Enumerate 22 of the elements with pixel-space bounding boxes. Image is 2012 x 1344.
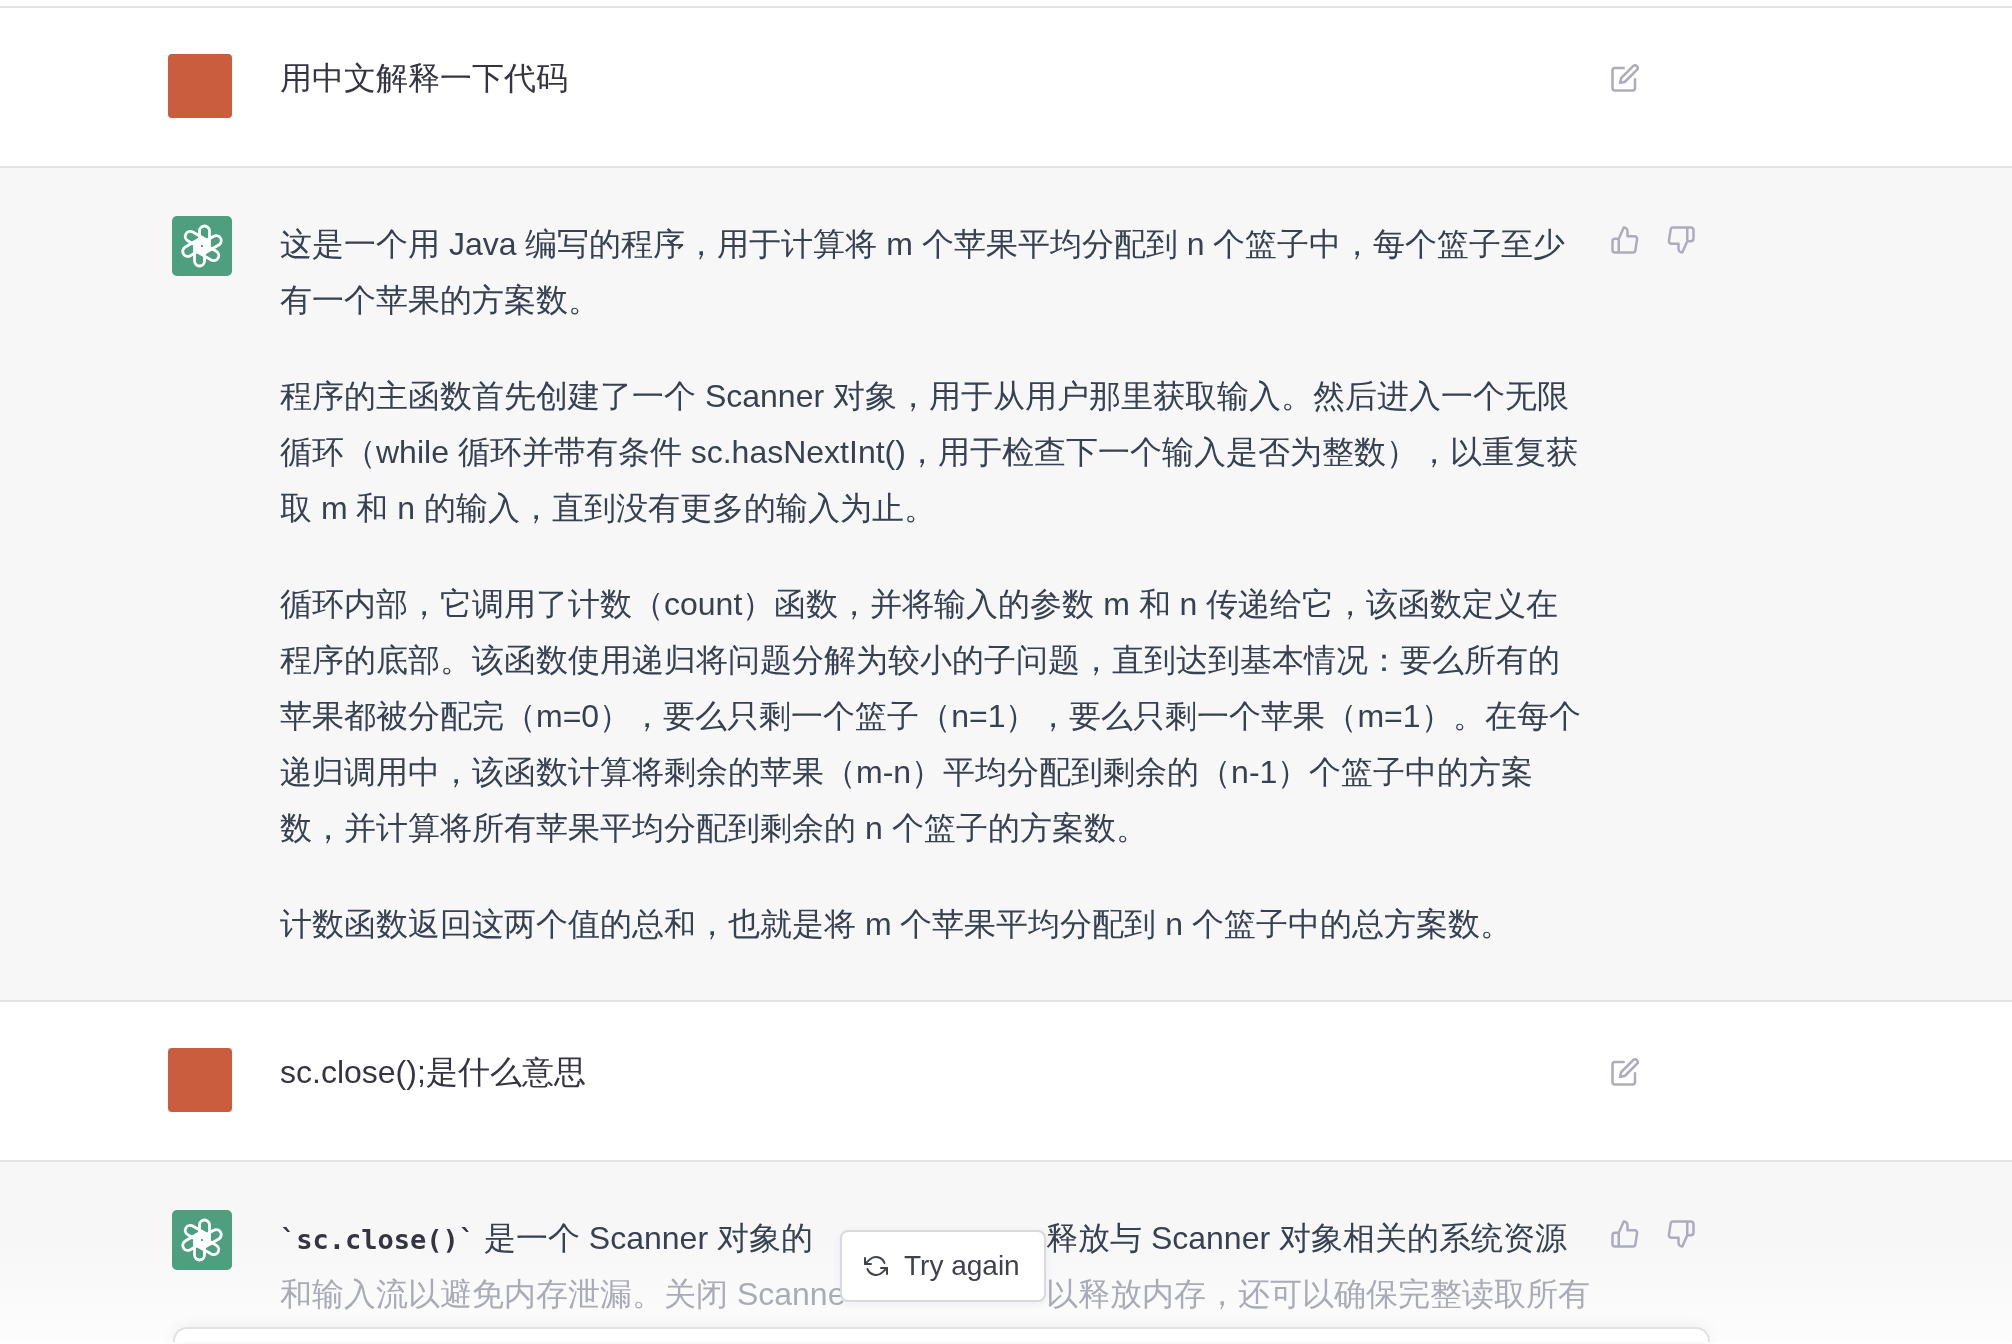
avatar-icon: [168, 54, 232, 118]
pencil-square-icon[interactable]: [1610, 1058, 1640, 1086]
thumbs-down-icon[interactable]: [1666, 1220, 1696, 1248]
message-text: 以释放内存，还可以确保完整读取所有: [1046, 1275, 1590, 1314]
knot-logo-icon: [172, 216, 232, 276]
thumbs-up-icon[interactable]: [1610, 226, 1640, 254]
knot-logo-icon: [172, 1210, 232, 1270]
retry-button[interactable]: Try again: [840, 1230, 1046, 1302]
message-text: 释放与 Scanner 对象相关的系统资源: [1046, 1219, 1568, 1258]
message-paragraph: 计数函数返回这两个值的总和，也就是将 m 个苹果平均分配到 n 个篮子中的总方案数。: [280, 905, 1513, 944]
message-paragraph: 循环内部，它调用了计数（count）函数，并将输入的参数 m 和 n 传递给它，该函数定义在程序的底部。该函数使用递归将问题分解为较小的子问题，直到达到基本情况：要么所有的苹果都被分配完（m=0），要么只剩一个篮子（n=1），要么只剩一个苹果（m=1）。在每个递归调用中，该函数计算将剩余的苹果（m-n）平均分配到剩余的（n-1）个篮子中的方案数，并计算将所有苹果平均分配到剩余的 n 个篮子的方案数。: [280, 585, 1582, 848]
message-text: 用中文解释一下代码: [280, 59, 569, 98]
thumbs-down-icon[interactable]: [1666, 226, 1696, 254]
circular-arrows-icon: [864, 1255, 888, 1277]
message-paragraph: 程序的主函数首先创建了一个 Scanner 对象，用于从用户那里获取输入。然后进入一个无限循环（while 循环并带有条件 sc.hasNextInt()，用于检查下一个输入是否为整数），以重复获取 m 和 n 的输入，直到没有更多的输入为止。: [280, 377, 1579, 528]
message-text: `sc.close()` 是一个 Scanner 对象的: [280, 1219, 814, 1258]
message-text: sc.close();是什么意思: [280, 1053, 587, 1092]
thumbs-up-icon[interactable]: [1610, 1220, 1640, 1248]
pencil-square-icon[interactable]: [1610, 64, 1640, 92]
avatar-icon: [168, 1048, 232, 1112]
message-input[interactable]: [173, 1327, 1710, 1342]
message-paragraph: 这是一个用 Java 编写的程序，用于计算将 m 个苹果平均分配到 n 个篮子中，每个篮子至少有一个苹果的方案数。: [280, 225, 1567, 320]
